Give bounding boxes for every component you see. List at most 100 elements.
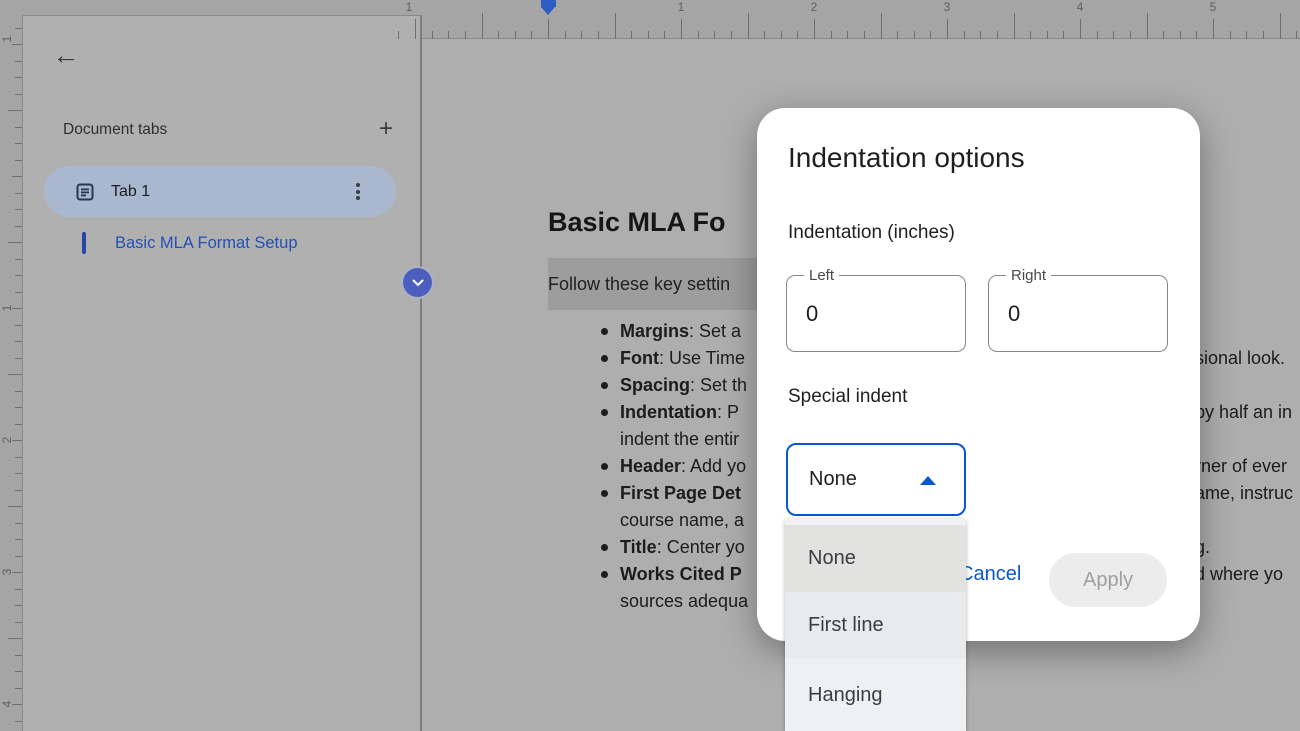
outline-item[interactable]: Basic MLA Format Setup xyxy=(82,232,298,254)
ruler-tick xyxy=(1130,31,1131,39)
ruler-tick xyxy=(615,13,616,39)
ruler-tick xyxy=(1230,31,1231,39)
ruler-tick xyxy=(415,19,416,39)
right-indent-input[interactable] xyxy=(989,276,1167,351)
clipped-text-fragment: sional look. xyxy=(1195,345,1285,372)
h-ruler-number: 4 xyxy=(1077,0,1084,14)
ruler-tick xyxy=(515,31,516,39)
ruler-tick xyxy=(8,374,22,375)
h-ruler-number: 3 xyxy=(944,0,951,14)
ruler-tick xyxy=(681,19,682,39)
ruler-tick xyxy=(15,226,22,227)
google-docs-app: { "colors": { "accent_blue": "#0b57d0", … xyxy=(0,0,1300,731)
highlighted-text: Follow these key settin xyxy=(548,274,730,295)
ruler-tick xyxy=(764,31,765,39)
tab-options-kebab-icon[interactable] xyxy=(356,183,360,200)
menu-item-first-line[interactable]: First line xyxy=(785,592,966,659)
collapse-tabs-button[interactable] xyxy=(403,268,432,297)
ruler-tick xyxy=(15,143,22,144)
ruler-tick xyxy=(1196,31,1197,39)
ruler-tick xyxy=(15,209,22,210)
ruler-tick xyxy=(748,13,749,39)
document-icon xyxy=(75,182,95,202)
ruler-tick xyxy=(482,13,483,39)
ruler-tick xyxy=(12,176,22,177)
indent-marker-icon[interactable] xyxy=(541,0,556,15)
tab-name: Tab 1 xyxy=(111,183,356,201)
ruler-tick xyxy=(1063,31,1064,39)
ruler-tick xyxy=(1180,31,1181,39)
ruler-tick xyxy=(12,704,22,705)
ruler-tick xyxy=(731,31,732,39)
back-arrow-icon[interactable]: ← xyxy=(48,38,84,74)
h-ruler-number: 2 xyxy=(811,0,818,14)
ruler-tick xyxy=(881,13,882,39)
selected-text-highlight: Follow these key settin xyxy=(548,258,780,310)
ruler-tick xyxy=(1280,13,1281,39)
ruler-tick xyxy=(1213,19,1214,39)
add-tab-button[interactable]: + xyxy=(371,115,401,145)
left-indent-field: Left xyxy=(786,275,966,352)
panel-divider xyxy=(420,15,422,731)
ruler-tick xyxy=(15,589,22,590)
ruler-tick xyxy=(1246,31,1247,39)
right-indent-field: Right xyxy=(988,275,1168,352)
ruler-tick xyxy=(648,31,649,39)
tab-item-tab1[interactable]: Tab 1 xyxy=(44,166,396,217)
menu-item-none[interactable]: None xyxy=(785,525,966,592)
ruler-tick xyxy=(997,31,998,39)
ruler-tick xyxy=(15,539,22,540)
ruler-tick xyxy=(12,308,22,309)
ruler-tick xyxy=(15,127,22,128)
clipped-text-fragment: rner of ever xyxy=(1195,453,1287,480)
ruler-tick xyxy=(398,31,399,39)
ruler-tick xyxy=(1080,19,1081,39)
ruler-tick xyxy=(15,259,22,260)
ruler-tick xyxy=(598,31,599,39)
ruler-tick xyxy=(15,325,22,326)
select-value: None xyxy=(809,445,857,514)
apply-button[interactable]: Apply xyxy=(1049,553,1167,607)
special-indent-label: Special indent xyxy=(788,386,907,408)
ruler-tick xyxy=(15,341,22,342)
ruler-tick xyxy=(847,31,848,39)
ruler-tick xyxy=(465,31,466,39)
ruler-tick xyxy=(15,292,22,293)
ruler-tick xyxy=(1263,31,1264,39)
ruler-tick xyxy=(15,424,22,425)
indentation-section-label: Indentation (inches) xyxy=(788,222,955,244)
ruler-tick xyxy=(964,31,965,39)
ruler-tick xyxy=(531,31,532,39)
ruler-tick xyxy=(15,688,22,689)
left-indent-input[interactable] xyxy=(787,276,965,351)
document-heading: Basic MLA Fo xyxy=(548,207,726,238)
document-tabs-title: Document tabs xyxy=(63,121,167,138)
outline-active-bar xyxy=(82,232,86,254)
ruler-tick xyxy=(15,160,22,161)
ruler-tick xyxy=(15,655,22,656)
document-tabs-panel: ← Document tabs + Tab 1 Basic MLA Format… xyxy=(22,15,420,731)
cancel-button[interactable]: Cancel xyxy=(959,560,1021,588)
ruler-tick xyxy=(8,506,22,507)
clipped-text-fragment: by half an in xyxy=(1195,399,1292,426)
ruler-tick xyxy=(864,31,865,39)
ruler-tick xyxy=(947,19,948,39)
h-ruler-number: 5 xyxy=(1210,0,1217,14)
ruler-tick xyxy=(814,19,815,39)
ruler-tick xyxy=(1113,31,1114,39)
outline-heading-link[interactable]: Basic MLA Format Setup xyxy=(115,234,298,253)
ruler-tick xyxy=(15,490,22,491)
ruler-tick xyxy=(15,721,22,722)
ruler-tick xyxy=(12,44,22,45)
menu-item-hanging[interactable]: Hanging xyxy=(785,659,966,731)
ruler-tick xyxy=(15,94,22,95)
ruler-tick xyxy=(1047,31,1048,39)
ruler-tick xyxy=(698,31,699,39)
ruler-tick xyxy=(15,407,22,408)
ruler-tick xyxy=(1163,31,1164,39)
ruler-tick xyxy=(714,31,715,39)
ruler-tick xyxy=(15,671,22,672)
ruler-tick xyxy=(15,61,22,62)
ruler-tick xyxy=(15,622,22,623)
special-indent-select[interactable]: None xyxy=(786,443,966,516)
